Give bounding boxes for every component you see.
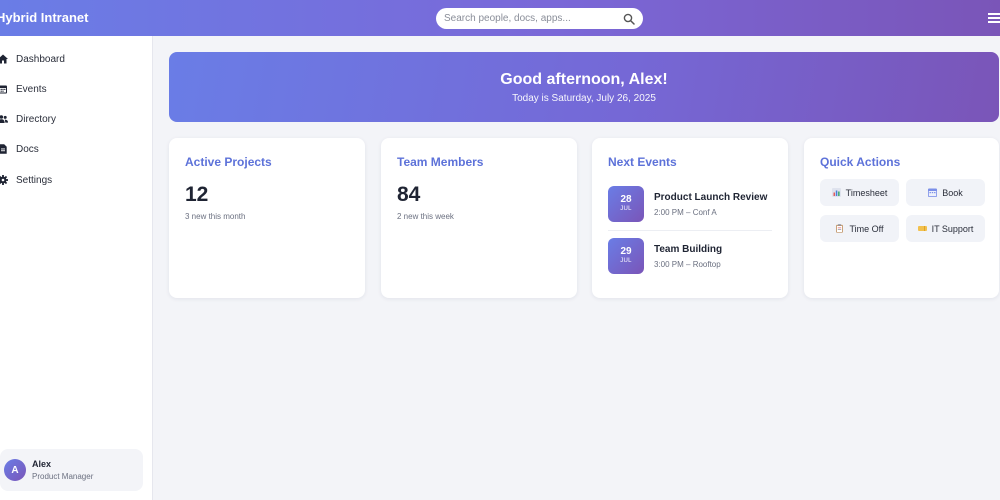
event-month: JUL — [620, 258, 632, 264]
user-role: Product Manager — [32, 472, 94, 481]
card-title: Team Members — [397, 155, 484, 169]
welcome-banner: Good afternoon, Alex! Today is Saturday,… — [169, 52, 999, 122]
event-day: 28 — [620, 194, 632, 205]
user-name: Alex — [32, 459, 52, 469]
timesheet-button[interactable]: Timesheet — [820, 179, 899, 206]
card-title: Quick Actions — [820, 155, 901, 169]
event-item[interactable]: 29 JUL Team Building 3:00 PM – Rooftop — [608, 238, 772, 282]
it-support-button[interactable]: IT Support — [906, 215, 985, 242]
event-divider — [608, 230, 772, 231]
sidebar-item-label: Directory — [16, 113, 57, 125]
date-badge: 28 JUL — [608, 186, 644, 222]
user-profile-card[interactable]: A Alex Product Manager — [0, 449, 143, 491]
sidebar-item-label: Docs — [16, 143, 39, 155]
card-title: Active Projects — [185, 155, 272, 169]
brand-title: Hybrid Intranet — [0, 10, 89, 25]
users-icon — [0, 115, 8, 123]
book-button[interactable]: Book — [906, 179, 985, 206]
top-header: Hybrid Intranet — [0, 0, 1000, 36]
sidebar-item-events[interactable]: Events — [0, 74, 152, 104]
event-meta: 2:00 PM – Conf A — [654, 208, 717, 217]
search-input[interactable] — [444, 13, 623, 24]
projects-count: 12 — [185, 183, 209, 206]
event-day: 29 — [620, 246, 632, 257]
qa-label: Time Off — [849, 223, 884, 234]
avatar: A — [4, 459, 26, 481]
sidebar-item-label: Dashboard — [16, 53, 65, 65]
gear-icon — [0, 175, 8, 185]
next-events-card: Next Events 28 JUL Product Launch Review… — [592, 138, 788, 298]
sidebar: Dashboard Events Directory Docs Settings… — [0, 36, 153, 500]
date-subtitle: Today is Saturday, July 26, 2025 — [512, 93, 656, 104]
ticket-icon — [917, 226, 927, 231]
quick-actions-card: Quick Actions Timesheet Book Time Off IT… — [804, 138, 999, 298]
qa-label: Book — [942, 187, 963, 198]
event-title: Team Building — [654, 244, 723, 255]
qa-label: Timesheet — [845, 187, 888, 198]
sidebar-item-label: Settings — [16, 174, 53, 186]
sidebar-item-settings[interactable]: Settings — [0, 165, 152, 195]
chart-icon — [831, 188, 841, 197]
clipboard-icon — [836, 224, 844, 233]
search-bar[interactable] — [436, 8, 643, 29]
qa-label: IT Support — [931, 223, 974, 234]
projects-note: 3 new this month — [185, 212, 246, 221]
calendar-icon — [0, 85, 7, 94]
sidebar-item-label: Events — [16, 83, 47, 95]
calendar-icon — [928, 188, 938, 197]
greeting-title: Good afternoon, Alex! — [500, 71, 668, 88]
sidebar-item-docs[interactable]: Docs — [0, 134, 152, 164]
search-icon[interactable] — [623, 13, 635, 25]
document-icon — [0, 144, 7, 154]
user-info: Alex Product Manager — [32, 459, 93, 481]
sidebar-item-directory[interactable]: Directory — [0, 104, 152, 134]
members-note: 2 new this week — [397, 212, 454, 221]
time-off-button[interactable]: Time Off — [820, 215, 899, 242]
card-title: Next Events — [608, 155, 677, 169]
sidebar-item-dashboard[interactable]: Dashboard — [0, 44, 152, 74]
hamburger-menu-icon[interactable] — [988, 11, 1000, 25]
event-title: Product Launch Review — [654, 192, 768, 203]
home-icon — [0, 54, 8, 64]
active-projects-card: Active Projects 12 3 new this month — [169, 138, 365, 298]
event-meta: 3:00 PM – Rooftop — [654, 260, 721, 269]
date-badge: 29 JUL — [608, 238, 644, 274]
members-count: 84 — [397, 183, 421, 206]
event-item[interactable]: 28 JUL Product Launch Review 2:00 PM – C… — [608, 186, 772, 230]
team-members-card: Team Members 84 2 new this week — [381, 138, 577, 298]
event-month: JUL — [620, 206, 632, 212]
